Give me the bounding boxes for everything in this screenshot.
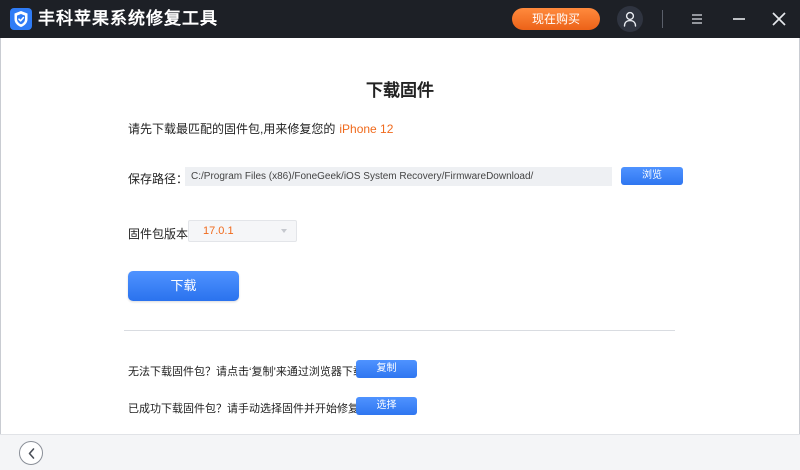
back-button[interactable] — [19, 441, 43, 465]
close-button[interactable] — [768, 8, 790, 30]
shield-logo-icon — [10, 8, 32, 30]
user-account-button[interactable] — [617, 6, 643, 32]
chevron-left-icon — [28, 448, 35, 459]
titlebar-divider — [662, 10, 663, 28]
page-title: 下载固件 — [366, 81, 434, 100]
app-title-product: 苹果系统修复工具 — [74, 9, 218, 28]
firmware-version-select[interactable]: 17.0.1 — [188, 220, 297, 242]
save-path-label: 保存路径： — [128, 172, 189, 186]
footer-bar — [0, 434, 800, 470]
window-border-left — [0, 38, 1, 470]
save-path-field[interactable]: C:/Program Files (x86)/FoneGeek/iOS Syst… — [185, 167, 612, 186]
chevron-down-icon — [281, 229, 287, 233]
menu-icon — [692, 14, 702, 24]
select-button[interactable]: 选择 — [356, 397, 417, 415]
title-bar: 丰科苹果系统修复工具 现在购买 — [0, 0, 800, 38]
browse-button[interactable]: 浏览 — [621, 167, 683, 185]
device-name: iPhone 12 — [339, 122, 394, 136]
close-icon — [772, 12, 786, 26]
app-title: 丰科苹果系统修复工具 — [38, 8, 218, 30]
select-hint-text: 已成功下载固件包？请手动选择固件并开始修复 — [128, 403, 359, 415]
download-button[interactable]: 下载 — [128, 271, 239, 301]
minimize-icon — [733, 18, 745, 20]
firmware-version-value: 17.0.1 — [203, 225, 234, 237]
app-title-brand: 丰科 — [38, 9, 74, 28]
menu-button[interactable] — [686, 8, 708, 30]
intro-message: 请先下载最匹配的固件包,用来修复您的 — [128, 122, 336, 136]
section-divider — [124, 330, 675, 331]
user-icon — [623, 11, 637, 27]
copy-button[interactable]: 复制 — [356, 360, 417, 378]
intro-text: 请先下载最匹配的固件包,用来修复您的 iPhone 12 — [128, 120, 393, 137]
minimize-button[interactable] — [728, 8, 750, 30]
copy-hint-text: 无法下载固件包？请点击‘复制’来通过浏览器下载 — [128, 366, 364, 378]
buy-now-button[interactable]: 现在购买 — [512, 8, 600, 30]
